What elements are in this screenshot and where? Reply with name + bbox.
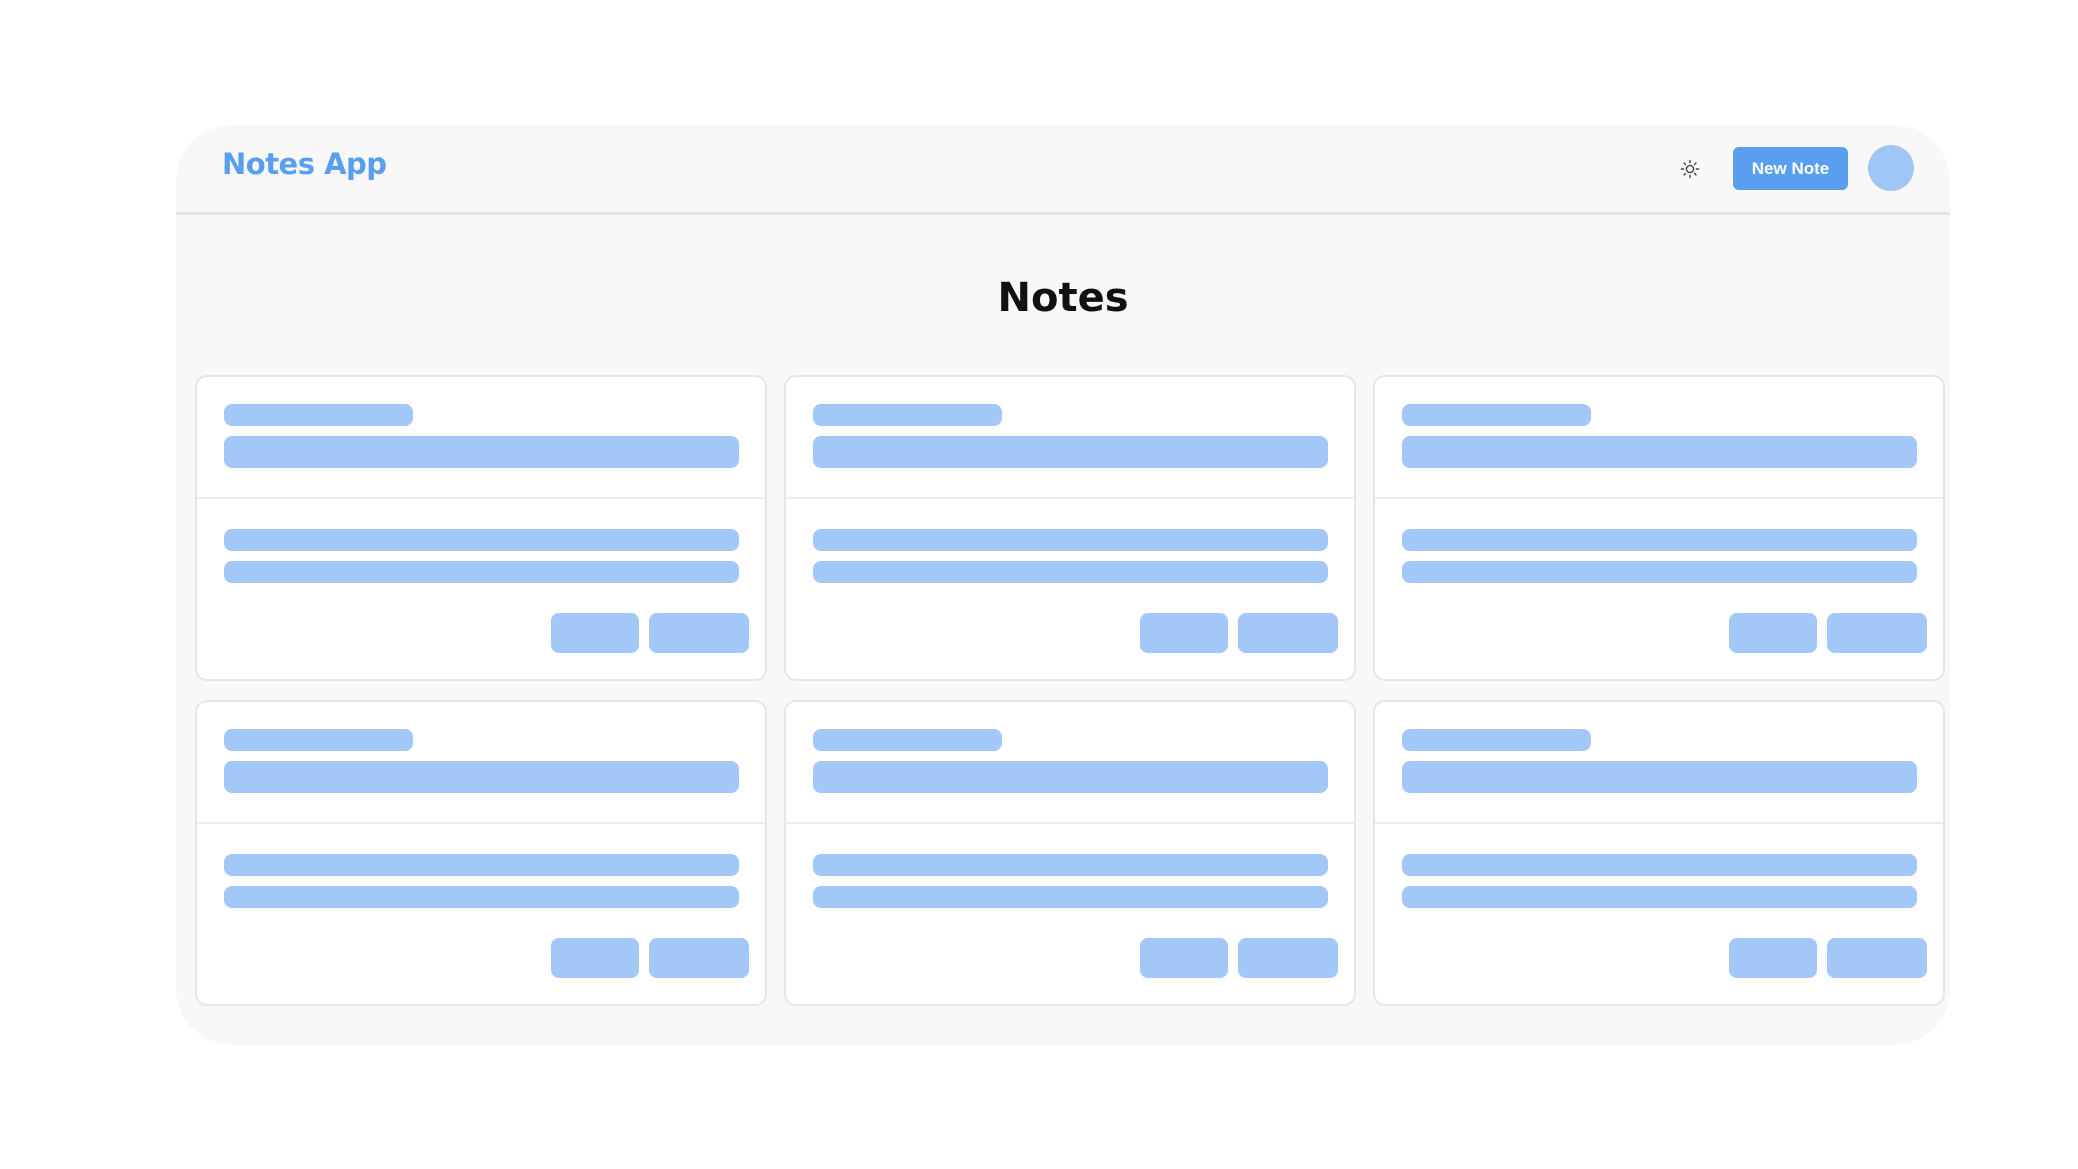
skeleton-body-line	[224, 886, 739, 908]
skeleton-body-line	[813, 886, 1328, 908]
app-window: Notes App New Note Notes	[176, 125, 1950, 1045]
top-navbar: Notes App New Note	[176, 125, 1950, 215]
skeleton-action-button[interactable]	[1238, 613, 1338, 653]
skeleton-body-line	[813, 529, 1328, 551]
skeleton-body-line	[224, 854, 739, 876]
skeleton-heading-bar	[813, 436, 1328, 468]
skeleton-heading-bar	[224, 436, 739, 468]
skeleton-title-line	[1402, 404, 1591, 426]
skeleton-action-button[interactable]	[1827, 938, 1927, 978]
skeleton-action-button[interactable]	[551, 938, 639, 978]
notes-grid	[195, 375, 1945, 1010]
skeleton-title-line	[813, 404, 1002, 426]
skeleton-title-line	[813, 729, 1002, 751]
skeleton-body-line	[224, 561, 739, 583]
skeleton-action-button[interactable]	[1140, 613, 1228, 653]
skeleton-action-button[interactable]	[1729, 938, 1817, 978]
skeleton-heading-bar	[1402, 436, 1917, 468]
skeleton-action-button[interactable]	[649, 613, 749, 653]
skeleton-action-button[interactable]	[649, 938, 749, 978]
skeleton-action-button[interactable]	[1827, 613, 1927, 653]
avatar[interactable]	[1868, 145, 1914, 191]
skeleton-body-line	[813, 561, 1328, 583]
skeleton-body-line	[1402, 561, 1917, 583]
skeleton-body-line	[1402, 886, 1917, 908]
app-brand[interactable]: Notes App	[222, 147, 387, 181]
skeleton-action-button[interactable]	[1140, 938, 1228, 978]
skeleton-heading-bar	[224, 761, 739, 793]
skeleton-heading-bar	[1402, 761, 1917, 793]
note-card-skeleton	[784, 375, 1356, 681]
skeleton-body-line	[1402, 529, 1917, 551]
skeleton-body-line	[813, 854, 1328, 876]
skeleton-title-line	[224, 729, 413, 751]
note-card-skeleton	[195, 700, 767, 1006]
skeleton-action-button[interactable]	[1238, 938, 1338, 978]
note-card-skeleton	[195, 375, 767, 681]
skeleton-action-button[interactable]	[1729, 613, 1817, 653]
note-card-skeleton	[784, 700, 1356, 1006]
page-title: Notes	[997, 275, 1129, 321]
sun-icon[interactable]	[1676, 155, 1704, 183]
skeleton-title-line	[1402, 729, 1591, 751]
skeleton-title-line	[224, 404, 413, 426]
skeleton-action-button[interactable]	[551, 613, 639, 653]
skeleton-body-line	[1402, 854, 1917, 876]
note-card-skeleton	[1373, 375, 1945, 681]
skeleton-body-line	[224, 529, 739, 551]
new-note-button[interactable]: New Note	[1733, 147, 1848, 190]
skeleton-heading-bar	[813, 761, 1328, 793]
note-card-skeleton	[1373, 700, 1945, 1006]
